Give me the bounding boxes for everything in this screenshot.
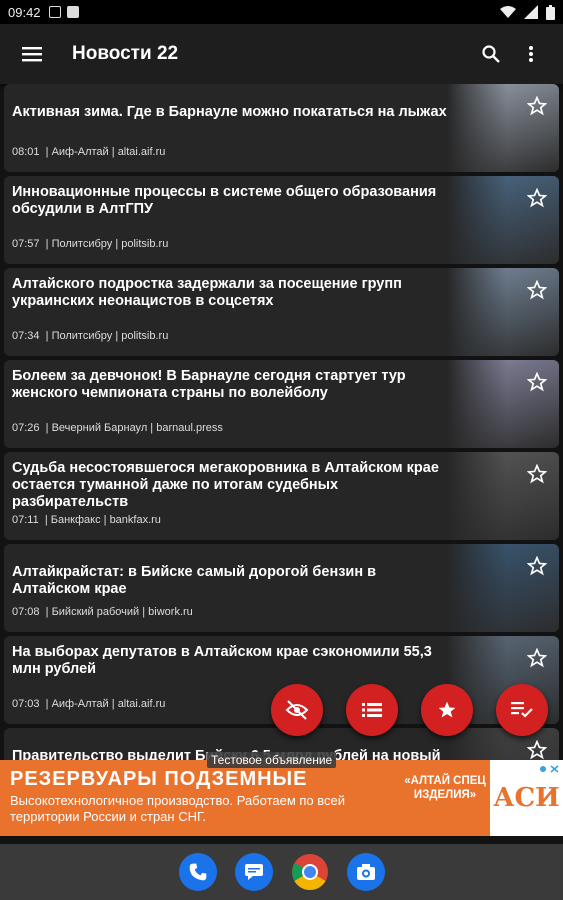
news-meta: 07:11 | Банкфакс | bankfax.ru — [12, 514, 161, 526]
camera-icon[interactable] — [346, 853, 385, 891]
search-icon[interactable] — [471, 34, 511, 74]
phone-icon[interactable] — [178, 853, 217, 891]
menu-icon[interactable] — [12, 34, 52, 74]
news-source: Бийский рабочий — [51, 606, 140, 618]
battery-icon — [546, 4, 555, 20]
favorite-star-icon[interactable] — [526, 555, 548, 581]
news-source: Банкфакс — [50, 514, 101, 526]
favorite-star-icon[interactable] — [526, 647, 548, 673]
news-meta: 07:57 | Политсибру | politsib.ru — [12, 238, 169, 250]
favorite-star-icon[interactable] — [526, 187, 548, 213]
visibility-off-icon — [285, 700, 309, 720]
hide-read-button[interactable] — [271, 684, 323, 736]
news-meta: 07:26 | Вечерний Барнаул | barnaul.press — [12, 422, 223, 434]
news-source: Политсибру — [51, 330, 113, 342]
ad-body: Высокотехнологичное производство. Работа… — [10, 793, 346, 824]
adchoices-icon[interactable] — [537, 762, 561, 774]
news-list[interactable]: Активная зима. Где в Барнауле можно пока… — [0, 84, 563, 760]
news-item[interactable]: Активная зима. Где в Барнауле можно пока… — [4, 84, 559, 172]
playlist-check-icon — [511, 702, 533, 718]
news-source: Аиф-Алтай — [51, 698, 109, 710]
news-time: 07:11 — [12, 514, 39, 526]
news-item[interactable]: Алтайкрайстат: в Бийске самый дорогой бе… — [4, 544, 559, 632]
news-time: 07:57 — [12, 238, 40, 250]
app-bar: Новости 22 — [0, 24, 563, 84]
news-title: Алтайского подростка задержали за посеще… — [12, 276, 402, 309]
news-title: Инновационные процессы в системе общего … — [12, 184, 437, 217]
chrome-icon[interactable] — [291, 853, 329, 891]
news-meta: 07:03 | Аиф-Алтай | altai.aif.ru — [12, 698, 166, 710]
wifi-icon — [500, 6, 516, 18]
messages-icon[interactable] — [234, 853, 273, 891]
ad-banner[interactable]: РЕЗЕРВУАРЫ ПОДЗЕМНЫЕ Высокотехнологичное… — [0, 760, 563, 836]
dock — [0, 844, 563, 900]
news-time: 07:34 — [12, 330, 40, 342]
signal-icon — [524, 5, 538, 19]
news-domain: biwork.ru — [148, 606, 193, 618]
status-bar: 09:42 — [0, 0, 563, 24]
list-icon — [362, 703, 382, 717]
news-source: Политсибру — [51, 238, 113, 250]
app-title: Новости 22 — [72, 43, 179, 64]
favorite-star-icon[interactable] — [526, 279, 548, 305]
sd-card-icon — [66, 6, 79, 18]
news-time: 07:03 — [12, 698, 40, 710]
news-item[interactable]: Алтайского подростка задержали за посеще… — [4, 268, 559, 356]
news-title: Алтайкрайстат: в Бийске самый дорогой бе… — [12, 564, 377, 597]
news-meta: 08:01 | Аиф-Алтай | altai.aif.ru — [12, 146, 166, 158]
news-title: На выборах депутатов в Алтайском крае сэ… — [12, 644, 432, 677]
favorite-star-icon[interactable] — [526, 463, 548, 489]
news-title: Болеем за девчонок! В Барнауле сегодня с… — [12, 368, 406, 401]
favorite-star-icon[interactable] — [526, 95, 548, 121]
mark-all-read-button[interactable] — [496, 684, 548, 736]
news-item[interactable]: Инновационные процессы в системе общего … — [4, 176, 559, 264]
status-time: 09:42 — [8, 4, 41, 20]
news-item[interactable]: Судьба несостоявшегося мегакоровника в А… — [4, 452, 559, 540]
news-domain: politsib.ru — [121, 238, 169, 250]
more-vert-icon[interactable] — [511, 34, 551, 74]
ad-headline: РЕЗЕРВУАРЫ ПОДЗЕМНЫЕ — [10, 768, 308, 790]
news-time: 08:01 — [12, 146, 40, 158]
ad-test-label: Тестовое объявление — [207, 752, 337, 768]
news-domain: altai.aif.ru — [117, 146, 166, 158]
news-domain: bankfax.ru — [109, 514, 161, 526]
news-title: Активная зима. Где в Барнауле можно пока… — [12, 104, 447, 120]
news-title: Судьба несостоявшегося мегакоровника в А… — [12, 460, 439, 510]
news-meta: 07:34 | Политсибру | politsib.ru — [12, 330, 169, 342]
news-time: 07:26 — [12, 422, 40, 434]
favorites-button[interactable] — [421, 684, 473, 736]
favorite-star-icon[interactable] — [526, 739, 548, 760]
star-icon — [438, 701, 456, 718]
news-domain: altai.aif.ru — [117, 698, 166, 710]
news-domain: politsib.ru — [121, 330, 169, 342]
news-source: Вечерний Барнаул — [51, 422, 148, 434]
list-view-button[interactable] — [346, 684, 398, 736]
news-source: Аиф-Алтай — [51, 146, 109, 158]
news-item[interactable]: Болеем за девчонок! В Барнауле сегодня с… — [4, 360, 559, 448]
notification-icon — [48, 6, 61, 18]
news-meta: 07:08 | Бийский рабочий | biwork.ru — [12, 606, 193, 618]
news-time: 07:08 — [12, 606, 40, 618]
ad-brand: «АЛТАЙ СПЕЦ ИЗДЕЛИЯ» — [404, 775, 486, 801]
news-domain: barnaul.press — [156, 422, 223, 434]
favorite-star-icon[interactable] — [526, 371, 548, 397]
